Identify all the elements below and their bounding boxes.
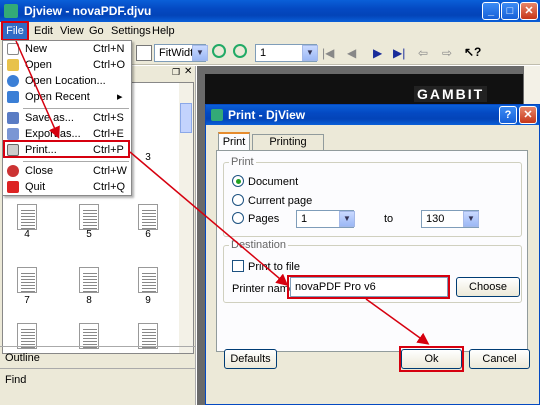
arrow-printer-to-ok (365, 298, 430, 345)
arrow-print-to-printer (129, 151, 289, 286)
annotation-arrows (15, 40, 430, 345)
arrow-file-to-print (15, 40, 60, 139)
